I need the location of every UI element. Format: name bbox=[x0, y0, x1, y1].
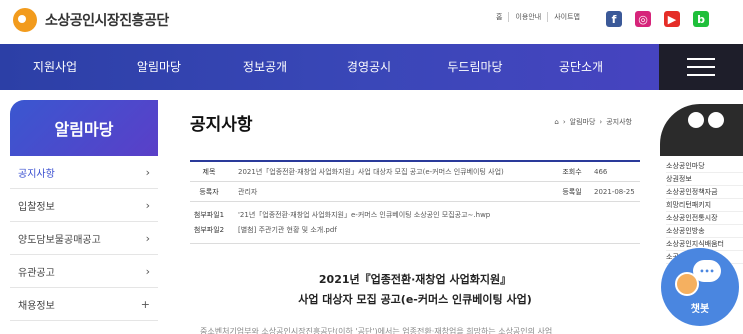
subject-value: 2021년「업종전환·재창업 사업화지원」사업 대상자 모집 공고(e-커머스 … bbox=[238, 167, 504, 176]
nav-item-management[interactable]: 경영공시 bbox=[334, 44, 404, 90]
home-link[interactable]: 홈 bbox=[490, 12, 510, 22]
sidebar-item-auction[interactable]: 양도담보물공매공고 › bbox=[10, 222, 158, 255]
guide-link[interactable]: 이용안내 bbox=[509, 12, 549, 22]
sidebar-item-label: 입찰정보 bbox=[18, 201, 55, 213]
plus-icon: + bbox=[140, 297, 150, 311]
breadcrumb-sep: › bbox=[599, 118, 603, 126]
sidebar-item-label: 양도담보물공매공고 bbox=[18, 234, 101, 246]
quick-list-icon[interactable] bbox=[708, 112, 724, 128]
breadcrumb-item[interactable]: 공지사항 bbox=[606, 117, 632, 127]
post-body: 중소벤처기업부와 소상공인시장진흥공단(이하 '공단')에서는 업종전환·재창업… bbox=[200, 327, 553, 334]
sidebar-item-label: 유관공고 bbox=[18, 267, 55, 279]
breadcrumb: ⌂ › 알림마당 › 공지사항 bbox=[554, 117, 632, 127]
attachment-link[interactable]: '21년「업종전환·재창업 사업화지원」e-커머스 인큐베이팅 소상공인 모집공… bbox=[228, 210, 490, 220]
post-heading: 2021년『업종전환·재창업 사업화지원』 사업 대상자 모집 공고(e-커머스… bbox=[190, 270, 640, 310]
sitemap-link[interactable]: 사이트맵 bbox=[548, 12, 586, 22]
quick-item[interactable]: 소상공인방송 bbox=[666, 225, 743, 238]
attachment-row: 첨부파일1 '21년「업종전환·재창업 사업화지원」e-커머스 인큐베이팅 소상… bbox=[190, 207, 640, 222]
attachment-label: 첨부파일1 bbox=[193, 210, 225, 219]
chatbot-button[interactable]: ••• 챗봇 bbox=[661, 248, 739, 326]
author-value: 관리자 bbox=[238, 187, 258, 196]
youtube-icon[interactable]: ▶ bbox=[664, 11, 680, 27]
quick-item[interactable]: 희망리턴패키지 bbox=[666, 199, 743, 212]
views-label: 조회수 bbox=[562, 167, 582, 176]
sns-links: f ◎ ▶ b bbox=[606, 11, 709, 27]
breadcrumb-sep: › bbox=[562, 118, 566, 126]
attachments: 첨부파일1 '21년「업종전환·재창업 사업화지원」e-커머스 인큐베이팅 소상… bbox=[190, 202, 640, 244]
quick-menu-header bbox=[660, 104, 743, 156]
date-label: 등록일 bbox=[562, 187, 582, 196]
home-icon[interactable]: ⌂ bbox=[554, 118, 558, 126]
blog-icon[interactable]: b bbox=[693, 11, 709, 27]
author-row: 등록자 관리자 등록일 2021-08-25 bbox=[190, 182, 640, 202]
chatbot-mascot-icon bbox=[675, 272, 699, 296]
sidebar-item-label: 채용정보 bbox=[18, 300, 55, 312]
instagram-icon[interactable]: ◎ bbox=[635, 11, 651, 27]
subject-row: 제목 2021년「업종전환·재창업 사업화지원」사업 대상자 모집 공고(e-커… bbox=[190, 162, 640, 182]
date-value: 2021-08-25 bbox=[594, 187, 635, 196]
subject-label: 제목 bbox=[202, 167, 216, 176]
chevron-right-icon: › bbox=[145, 165, 150, 179]
logo[interactable]: 소상공인시장진흥공단 bbox=[11, 6, 169, 34]
author-label: 등록자 bbox=[199, 187, 219, 196]
views-value: 466 bbox=[594, 167, 608, 176]
sidebar-item-label: 공지사항 bbox=[18, 168, 55, 180]
quick-item[interactable]: 소상공인정책자금 bbox=[666, 186, 743, 199]
page: 소상공인시장진흥공단 홈 이용안내 사이트맵 f ◎ ▶ b 지원사업 알림마당… bbox=[0, 0, 743, 334]
sidebar-item-jobs[interactable]: 채용정보 + bbox=[10, 288, 158, 321]
post-info-table: 제목 2021년「업종전환·재창업 사업화지원」사업 대상자 모집 공고(e-커… bbox=[190, 160, 640, 244]
attachment-label: 첨부파일2 bbox=[193, 225, 225, 234]
nav-item-about[interactable]: 공단소개 bbox=[546, 44, 616, 90]
quick-icon[interactable] bbox=[688, 112, 704, 128]
nav-item-notice[interactable]: 알림마당 bbox=[124, 44, 194, 90]
sidebar-item-bids[interactable]: 입찰정보 › bbox=[10, 189, 158, 222]
main-content: 공지사항 ⌂ › 알림마당 › 공지사항 bbox=[190, 100, 640, 135]
post-heading-line1: 2021년『업종전환·재창업 사업화지원』 bbox=[318, 273, 512, 286]
nav-item-disclosure[interactable]: 정보공개 bbox=[230, 44, 300, 90]
facebook-icon[interactable]: f bbox=[606, 11, 622, 27]
attachment-link[interactable]: [별첨] 주관기관 현황 및 소개.pdf bbox=[228, 225, 337, 235]
main-nav: 지원사업 알림마당 정보공개 경영공시 두드림마당 공단소개 bbox=[0, 44, 743, 90]
quick-item[interactable]: 소상공인마당 bbox=[666, 160, 743, 173]
top-bar: 소상공인시장진흥공단 홈 이용안내 사이트맵 f ◎ ▶ b bbox=[0, 0, 743, 44]
nav-item-dodream[interactable]: 두드림마당 bbox=[440, 44, 510, 90]
quick-item[interactable]: 상권정보 bbox=[666, 173, 743, 186]
sidebar-title: 알림마당 bbox=[10, 100, 158, 156]
sidebar: 알림마당 공지사항 › 입찰정보 › 양도담보물공매공고 › 유관공고 › 채용… bbox=[10, 100, 158, 321]
post-heading-line2: 사업 대상자 모집 공고(e-커머스 인큐베이팅 사업) bbox=[298, 293, 532, 306]
util-links: 홈 이용안내 사이트맵 bbox=[490, 12, 586, 22]
sidebar-item-related[interactable]: 유관공고 › bbox=[10, 255, 158, 288]
chevron-right-icon: › bbox=[145, 231, 150, 245]
sidebar-item-notice[interactable]: 공지사항 › bbox=[10, 156, 158, 189]
chevron-right-icon: › bbox=[145, 264, 150, 278]
breadcrumb-item[interactable]: 알림마당 bbox=[570, 117, 596, 127]
org-name: 소상공인시장진흥공단 bbox=[45, 13, 169, 29]
nav-item-support[interactable]: 지원사업 bbox=[20, 44, 90, 90]
chevron-right-icon: › bbox=[145, 198, 150, 212]
logo-icon bbox=[11, 6, 39, 34]
chatbot-label: 챗봇 bbox=[690, 304, 710, 315]
quick-item[interactable]: 소상공인전통시장 bbox=[666, 212, 743, 225]
hamburger-menu-icon[interactable] bbox=[659, 44, 743, 90]
attachment-row: 첨부파일2 [별첨] 주관기관 현황 및 소개.pdf bbox=[190, 222, 640, 237]
